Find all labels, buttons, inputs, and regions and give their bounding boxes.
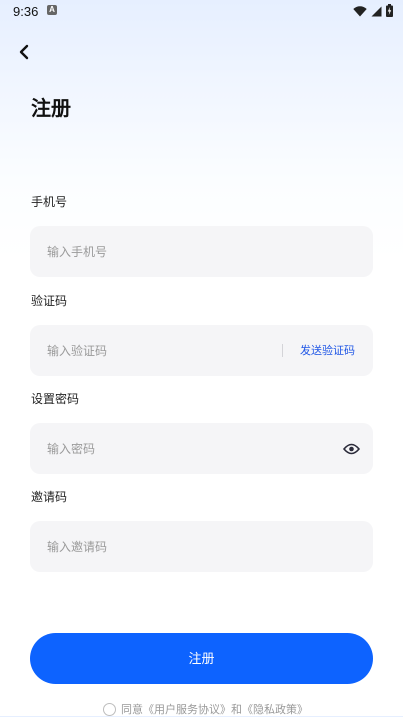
send-code-button[interactable]: 发送验证码: [300, 325, 355, 376]
page-title: 注册: [31, 96, 71, 120]
code-field[interactable]: 发送验证码: [30, 325, 373, 376]
phone-input[interactable]: [47, 226, 277, 277]
invite-label: 邀请码: [31, 490, 68, 504]
status-bar: 9:36 A: [0, 0, 403, 24]
cell-signal-icon: [371, 2, 382, 21]
code-divider: [282, 344, 283, 357]
terms-link[interactable]: 《用户服务协议》: [143, 703, 231, 716]
chevron-left-icon: [18, 44, 30, 64]
battery-charging-icon: [386, 2, 393, 21]
system-icons: [353, 2, 393, 21]
password-field[interactable]: [30, 423, 373, 474]
password-input[interactable]: [47, 423, 277, 474]
password-visibility-toggle[interactable]: [342, 440, 360, 458]
agree-joiner: 和: [231, 703, 242, 716]
code-label: 验证码: [31, 294, 68, 308]
invite-field[interactable]: [30, 521, 373, 572]
phone-field[interactable]: [30, 226, 373, 277]
agree-checkbox[interactable]: [103, 702, 116, 716]
agree-prefix: 同意: [121, 703, 143, 716]
code-input[interactable]: [47, 325, 277, 376]
agreement-text: 同意《用户服务协议》和《隐私政策》: [121, 701, 308, 717]
wifi-icon: [353, 2, 367, 21]
password-label: 设置密码: [31, 392, 80, 406]
register-button[interactable]: 注册: [30, 633, 373, 684]
agreement-row: 同意《用户服务协议》和《隐私政策》: [103, 701, 308, 717]
phone-label: 手机号: [31, 195, 68, 209]
eye-icon: [342, 440, 360, 459]
privacy-link[interactable]: 《隐私政策》: [242, 703, 308, 716]
invite-input[interactable]: [47, 521, 277, 572]
app-notification-icon: A: [47, 5, 57, 15]
status-time: 9:36: [13, 4, 39, 19]
back-button[interactable]: [12, 42, 36, 66]
